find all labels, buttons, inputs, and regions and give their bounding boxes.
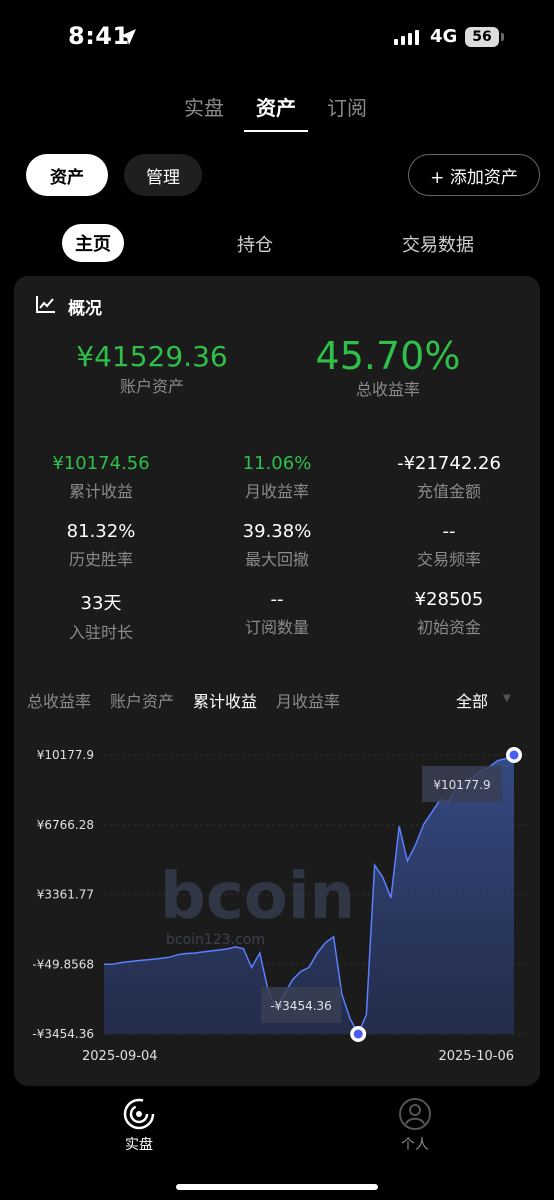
assets-pill[interactable]: 资产 [26, 154, 108, 196]
total-return-label: 总收益率 [355, 380, 420, 399]
network-type: 4G [430, 26, 458, 47]
stat-value: ¥28505 [414, 589, 484, 610]
cumulative-return-chart: bcoin bcoin123.com ¥10177.9 ¥6766.28 ¥3361… [32, 747, 530, 1064]
stat-value: 81.32% [66, 521, 136, 542]
x-tick-label: 2025-09-04 [82, 1049, 158, 1064]
overview-title: 概况 [68, 299, 102, 319]
stat-label: 交易频率 [416, 550, 481, 569]
stat-label: 最大回撤 [244, 550, 309, 569]
profile-icon[interactable] [398, 1097, 432, 1131]
account-assets-value: ¥41529.36 [76, 340, 228, 373]
active-tab-indicator [244, 130, 308, 132]
subtab-trade-data[interactable]: 交易数据 [402, 231, 474, 257]
chevron-down-icon[interactable]: ▼ [503, 693, 511, 704]
min-marker-label: -¥3454.36 [270, 999, 332, 1013]
chart-tab-account-assets[interactable]: 账户资产 [110, 688, 174, 712]
watermark-text: bcoin123.com [166, 932, 265, 948]
tab-assets[interactable]: 资产 [256, 92, 296, 121]
trend-chart-icon [36, 296, 55, 313]
stat-label: 累计收益 [68, 482, 133, 501]
stat-cell: -- 订阅数量 [192, 589, 362, 638]
stat-cell: 81.32% 历史胜率 [16, 521, 186, 570]
stat-label: 初始资金 [416, 618, 481, 637]
y-tick-label: ¥6766.28 [37, 818, 94, 832]
stat-value: -- [442, 521, 456, 542]
signal-icon [394, 30, 419, 45]
add-asset-button[interactable]: + 添加资产 [408, 154, 540, 196]
account-assets-block: ¥41529.36 账户资产 [40, 340, 264, 397]
tab-subscribe[interactable]: 订阅 [327, 92, 367, 121]
stat-value: 39.38% [242, 521, 312, 542]
range-select[interactable]: 全部 [456, 688, 488, 712]
x-tick-label: 2025-10-06 [438, 1049, 514, 1064]
stat-cell: 11.06% 月收益率 [192, 453, 362, 502]
nav-live-label[interactable]: 实盘 [99, 1134, 179, 1154]
account-assets-label: 账户资产 [119, 377, 184, 396]
stat-value: -- [270, 589, 284, 610]
stat-label: 历史胜率 [68, 550, 133, 569]
stat-value: -¥21742.26 [397, 453, 501, 474]
stat-value: ¥10174.56 [52, 453, 150, 474]
tab-real[interactable]: 实盘 [184, 92, 224, 121]
chart-tab-cumulative[interactable]: 累计收益 [193, 688, 257, 712]
nav-profile-label[interactable]: 个人 [375, 1134, 455, 1154]
battery-cap [501, 33, 504, 41]
chart-tab-monthly[interactable]: 月收益率 [276, 688, 340, 712]
stat-value: 11.06% [242, 453, 312, 474]
y-tick-label: -¥3454.36 [32, 1027, 94, 1041]
stat-value: 33天 [80, 593, 122, 614]
stat-cell: -- 交易频率 [364, 521, 534, 570]
y-tick-label: ¥10177.9 [37, 748, 94, 762]
stat-cell: ¥10174.56 累计收益 [16, 453, 186, 502]
max-marker-dot-inner [509, 750, 519, 760]
watermark: bcoin bcoin123.com [160, 860, 355, 948]
battery-icon: 56 [465, 27, 499, 47]
live-trading-icon[interactable] [122, 1097, 156, 1131]
stat-cell: ¥28505 初始资金 [364, 589, 534, 638]
stat-cell: -¥21742.26 充值金额 [364, 453, 534, 502]
stat-cell: 33天 入驻时长 [16, 589, 186, 643]
min-marker-dot-inner [353, 1029, 363, 1039]
max-marker-label: ¥10177.9 [433, 778, 490, 792]
stat-label: 订阅数量 [244, 618, 309, 637]
watermark-logo: bcoin [160, 860, 355, 934]
x-axis: 2025-09-04 2025-10-06 [82, 1049, 514, 1064]
y-tick-label: ¥3361.77 [37, 888, 94, 902]
stat-cell: 39.38% 最大回撤 [192, 521, 362, 570]
total-return-block: 45.70% 总收益率 [288, 334, 488, 400]
stat-label: 月收益率 [244, 482, 309, 501]
y-tick-label: -¥49.8568 [32, 957, 94, 971]
stat-label: 入驻时长 [68, 623, 133, 642]
subtab-positions[interactable]: 持仓 [237, 231, 273, 257]
location-arrow-icon [120, 29, 136, 45]
subtab-home[interactable]: 主页 [62, 224, 124, 262]
chart-tab-total-return[interactable]: 总收益率 [27, 688, 91, 712]
y-axis: ¥10177.9 ¥6766.28 ¥3361.77 -¥49.8568 -¥3454.… [32, 748, 94, 1041]
home-indicator [176, 1184, 378, 1190]
total-return-value: 45.70% [315, 334, 461, 378]
stat-label: 充值金额 [416, 482, 481, 501]
manage-pill[interactable]: 管理 [124, 154, 202, 196]
